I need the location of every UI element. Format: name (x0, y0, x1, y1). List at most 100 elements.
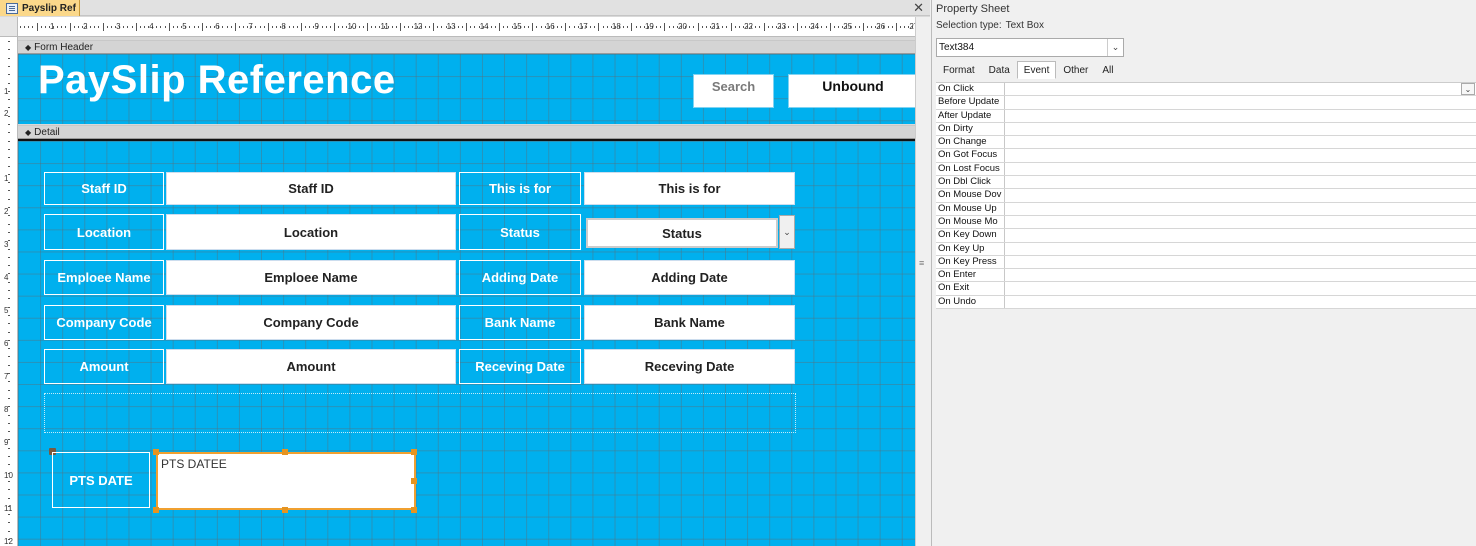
pts-date-label[interactable]: PTS DATE (52, 452, 150, 508)
property-value[interactable] (1005, 269, 1476, 281)
ruler-number: 23 (777, 22, 787, 31)
property-value[interactable] (1005, 243, 1476, 255)
status-combobox[interactable]: Status (586, 218, 778, 248)
property-value[interactable] (1005, 96, 1476, 108)
ruler-tick (139, 26, 141, 28)
form-header-section[interactable]: PaySlip Reference Search Unbound (18, 54, 915, 124)
resize-handle[interactable] (282, 507, 288, 513)
property-name: On Key Down (936, 229, 1005, 242)
horizontal-ruler[interactable]: 1 2 3 4 5 6 7 8 9 10 11 12 13 14 15 16 17 18 19 20 21 22 23 24 2… (18, 17, 915, 37)
detail-section[interactable]: Staff ID Staff ID This is for This is for Lo… (18, 139, 915, 546)
ruler-tick (788, 26, 790, 28)
this-is-for-label[interactable]: This is for (459, 172, 581, 205)
resize-handle[interactable] (411, 507, 417, 513)
property-row[interactable]: After Update (936, 109, 1476, 123)
tab-all[interactable]: All (1095, 61, 1120, 79)
property-value[interactable] (1005, 176, 1476, 188)
tab-format[interactable]: Format (936, 61, 982, 79)
ruler-tick (300, 23, 302, 31)
close-icon[interactable]: ✕ (913, 0, 924, 15)
receving-date-textbox[interactable]: Receving Date (584, 349, 795, 384)
property-row[interactable]: On Exit (936, 282, 1476, 296)
ruler-tick (201, 23, 203, 31)
page-title[interactable]: PaySlip Reference (38, 58, 396, 103)
property-value[interactable] (1005, 110, 1476, 122)
search-textbox[interactable]: Unbound (788, 74, 915, 108)
splitter-grip-icon[interactable]: ≡ (919, 258, 924, 268)
tab-event[interactable]: Event (1016, 61, 1057, 79)
ruler-corner[interactable] (0, 17, 18, 37)
chevron-down-icon[interactable]: ⌄ (1461, 83, 1475, 95)
staff-id-textbox[interactable]: Staff ID (166, 172, 456, 205)
property-row[interactable]: On Change (936, 136, 1476, 150)
property-row[interactable]: On Click ⌄ (936, 83, 1476, 97)
ruler-tick (395, 26, 397, 28)
object-selector[interactable]: Text384 ⌄ (936, 38, 1124, 57)
property-row[interactable]: Before Update (936, 96, 1476, 110)
status-label[interactable]: Status (459, 214, 581, 250)
property-value[interactable] (1005, 123, 1476, 135)
property-row[interactable]: On Undo (936, 295, 1476, 310)
tab-data[interactable]: Data (982, 61, 1017, 79)
pts-date-textbox[interactable]: PTS DATEE (156, 452, 416, 510)
resize-handle[interactable] (282, 449, 288, 455)
property-value[interactable] (1005, 203, 1476, 215)
property-value[interactable] (1005, 229, 1476, 241)
property-value[interactable] (1005, 149, 1476, 161)
vertical-scrollbar[interactable] (915, 17, 930, 546)
property-row[interactable]: On Key Down (936, 229, 1476, 243)
property-row[interactable]: On Dirty (936, 122, 1476, 137)
bank-name-label[interactable]: Bank Name (459, 305, 581, 340)
resize-handle[interactable] (411, 478, 417, 484)
detail-section-bar[interactable]: ◆ Detail (18, 125, 915, 139)
staff-id-label[interactable]: Staff ID (44, 172, 164, 205)
ruler-tick (8, 240, 10, 242)
emploee-name-label[interactable]: Emploee Name (44, 260, 164, 295)
property-row[interactable]: On Key Up (936, 242, 1476, 256)
property-row[interactable]: On Enter (936, 269, 1476, 283)
property-row[interactable]: On Got Focus (936, 149, 1476, 163)
location-label[interactable]: Location (44, 214, 164, 250)
company-code-label[interactable]: Company Code (44, 305, 164, 340)
adding-date-textbox[interactable]: Adding Date (584, 260, 795, 295)
tab-other[interactable]: Other (1056, 61, 1095, 79)
ruler-number: 25 (843, 22, 853, 31)
ruler-tick (8, 148, 10, 150)
ruler-tick (404, 26, 406, 28)
property-row[interactable]: On Lost Focus (936, 162, 1476, 177)
ruler-tick (131, 26, 133, 28)
property-value[interactable] (1005, 216, 1476, 228)
ruler-tick (69, 23, 71, 31)
property-value[interactable] (1005, 256, 1476, 268)
receving-date-label[interactable]: Receving Date (459, 349, 581, 384)
amount-label[interactable]: Amount (44, 349, 164, 384)
property-value[interactable] (1005, 163, 1476, 175)
ruler-tick (623, 26, 625, 28)
amount-textbox[interactable]: Amount (166, 349, 456, 384)
vertical-ruler[interactable]: 1 2 1 2 3 4 5 6 7 8 9 10 11 12 (0, 37, 18, 546)
property-value[interactable] (1005, 136, 1476, 148)
property-row[interactable]: On Mouse Dov (936, 189, 1476, 203)
property-row[interactable]: On Mouse Up (936, 202, 1476, 216)
property-value[interactable]: ⌄ (1005, 83, 1476, 95)
this-is-for-textbox[interactable]: This is for (584, 172, 795, 205)
resize-handle[interactable] (153, 507, 159, 513)
property-value[interactable] (1005, 282, 1476, 294)
tab-payslip-ref[interactable]: Payslip Ref (0, 0, 80, 16)
property-row[interactable]: On Dbl Click (936, 176, 1476, 190)
property-value[interactable] (1005, 189, 1476, 201)
property-value[interactable] (1005, 296, 1476, 308)
adding-date-label[interactable]: Adding Date (459, 260, 581, 295)
resize-handle[interactable] (411, 449, 417, 455)
chevron-down-icon[interactable]: ⌄ (1107, 39, 1123, 56)
bank-name-textbox[interactable]: Bank Name (584, 305, 795, 340)
property-row[interactable]: On Mouse Mo (936, 215, 1476, 230)
chevron-down-icon[interactable]: ⌄ (779, 215, 795, 249)
resize-handle[interactable] (153, 449, 159, 455)
property-row[interactable]: On Key Press (936, 255, 1476, 270)
form-header-section-bar[interactable]: ◆ Form Header (18, 40, 915, 54)
emploee-name-textbox[interactable]: Emploee Name (166, 260, 456, 295)
company-code-textbox[interactable]: Company Code (166, 305, 456, 340)
location-textbox[interactable]: Location (166, 214, 456, 250)
search-label[interactable]: Search (693, 74, 774, 108)
